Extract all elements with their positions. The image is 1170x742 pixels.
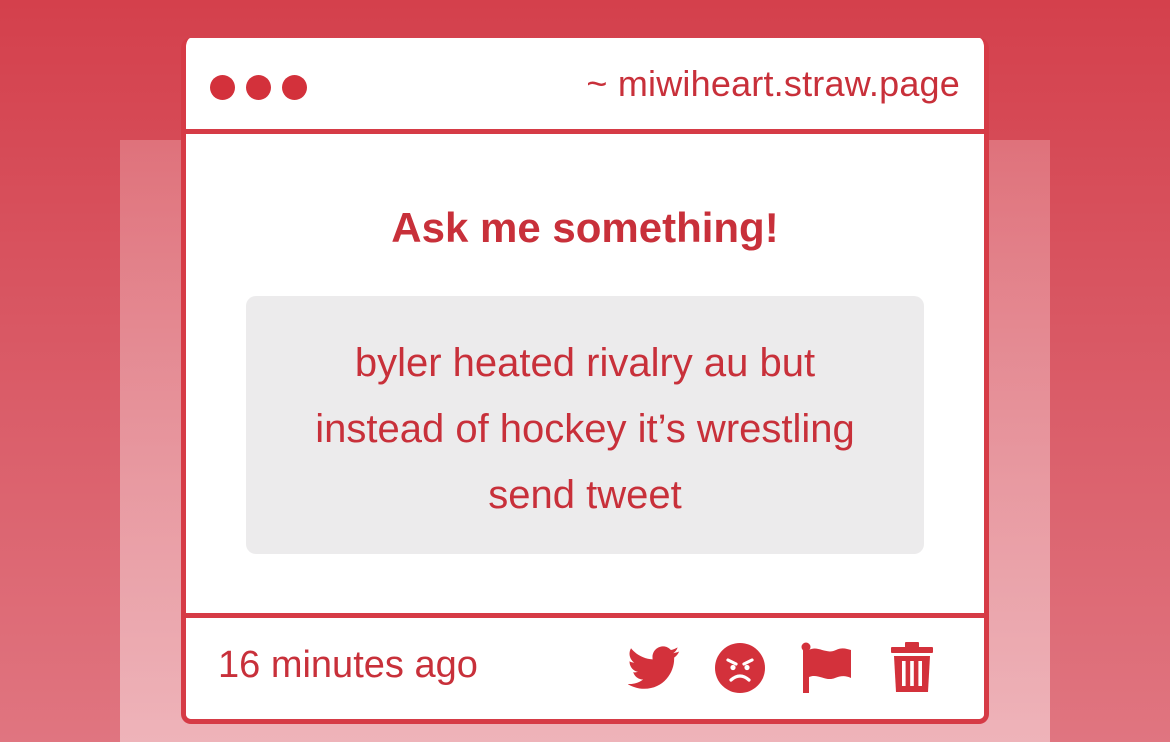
window-titlebar: ~ miwiheart.straw.page bbox=[186, 38, 984, 134]
message-line: instead of hockey it’s wrestling bbox=[315, 407, 855, 451]
angry-face-icon bbox=[715, 643, 765, 693]
trash-icon bbox=[891, 642, 933, 692]
message-line: byler heated rivalry au but bbox=[354, 341, 816, 385]
window-dot-1[interactable] bbox=[210, 75, 235, 100]
site-url[interactable]: ~ miwiheart.straw.page bbox=[586, 63, 960, 105]
block-button[interactable] bbox=[714, 642, 766, 694]
window-controls bbox=[210, 75, 307, 100]
window-dot-3[interactable] bbox=[282, 75, 307, 100]
share-twitter-button[interactable] bbox=[628, 642, 680, 694]
window-dot-2[interactable] bbox=[246, 75, 271, 100]
delete-button[interactable] bbox=[886, 642, 938, 694]
timestamp: 16 minutes ago bbox=[218, 644, 478, 686]
message-line: send tweet bbox=[488, 473, 682, 517]
twitter-icon bbox=[628, 646, 680, 689]
page-title: Ask me something! bbox=[391, 204, 779, 251]
question-card: ~ miwiheart.straw.page Ask me something!… bbox=[181, 38, 989, 724]
action-bar bbox=[628, 642, 938, 694]
flag-icon bbox=[801, 642, 851, 693]
message-box: byler heated rivalry au but instead of h… bbox=[246, 296, 924, 554]
report-button[interactable] bbox=[800, 642, 852, 694]
card-footer: 16 minutes ago bbox=[186, 613, 984, 719]
